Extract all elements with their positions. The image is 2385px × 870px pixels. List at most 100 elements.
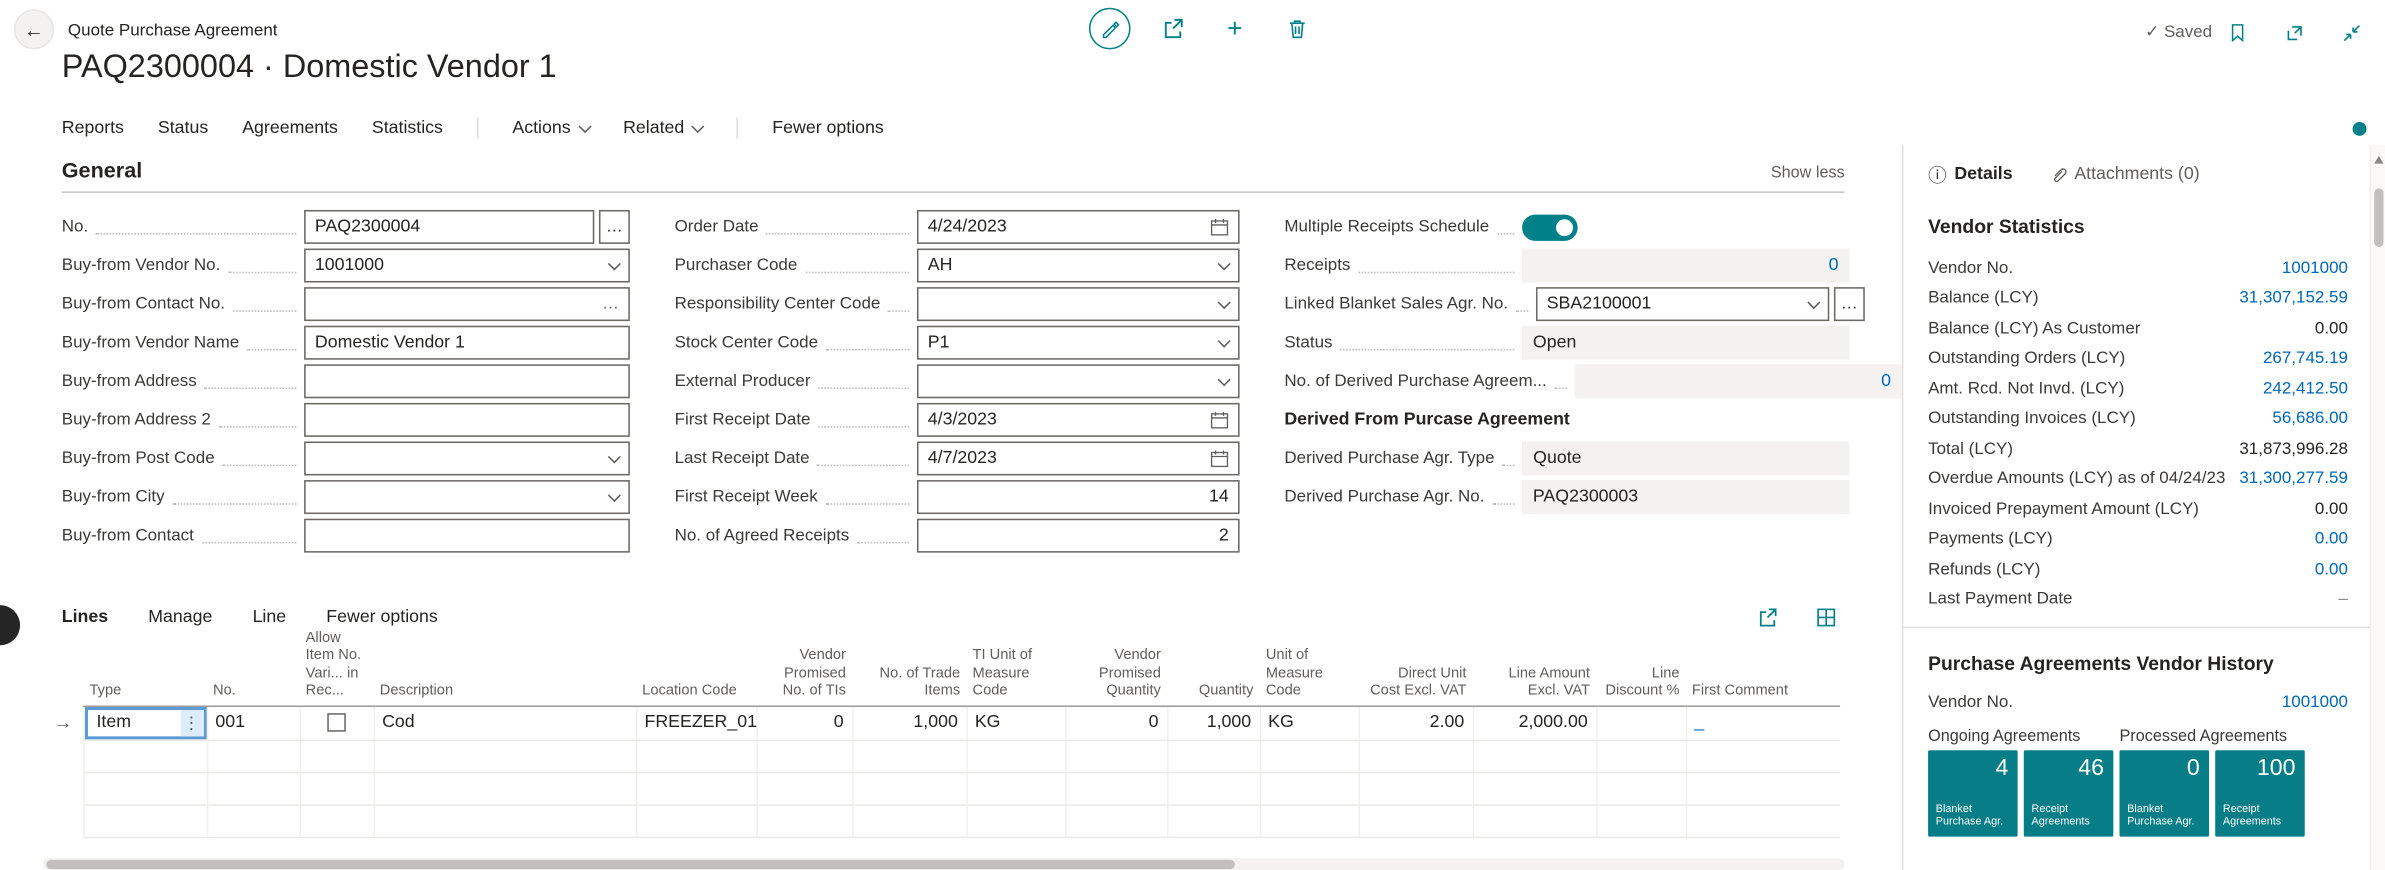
table-cell-type[interactable]: Item ⋮	[82, 705, 207, 741]
table-cell[interactable]	[206, 739, 300, 773]
tab-fewer-options[interactable]: Fewer options	[326, 608, 438, 627]
tile-processed-blanket-purchase[interactable]: 0 Blanket Purchase Agr.	[2119, 750, 2210, 837]
table-cell[interactable]	[1595, 771, 1686, 806]
buy-from-address-input[interactable]	[304, 364, 630, 399]
col-line-discount[interactable]: Line Discount %	[1596, 626, 1686, 707]
tab-line[interactable]: Line	[253, 608, 287, 627]
table-cell[interactable]	[635, 771, 757, 806]
scroll-up-arrow-icon[interactable]	[2374, 155, 2384, 164]
buy-from-contact-no-input[interactable]: …	[304, 287, 630, 322]
buy-from-vendor-no-combo[interactable]: 1001000	[304, 248, 630, 283]
open-in-new-window-button[interactable]	[2275, 14, 2312, 51]
table-cell[interactable]	[1357, 771, 1473, 806]
table-cell[interactable]	[755, 739, 853, 773]
table-cell-unit-cost[interactable]: 2.00	[1357, 705, 1473, 741]
col-ti-unit-of-measure[interactable]: TI Unit of Measure Code	[966, 626, 1066, 707]
multiple-receipts-toggle[interactable]	[1522, 213, 1578, 241]
table-cell[interactable]	[298, 739, 374, 773]
collapse-button[interactable]	[2333, 14, 2370, 51]
buy-from-city-combo[interactable]	[304, 480, 630, 515]
cell-menu-icon[interactable]: ⋮	[179, 709, 203, 736]
breadcrumb[interactable]: Quote Purchase Agreement	[68, 22, 278, 41]
col-direct-unit-cost[interactable]: Direct Unit Cost Excl. VAT	[1358, 626, 1473, 707]
col-no[interactable]: No.	[206, 626, 300, 707]
table-cell[interactable]	[1471, 739, 1597, 773]
table-cell-no[interactable]: 001	[206, 705, 300, 741]
table-cell[interactable]	[965, 771, 1066, 806]
table-cell[interactable]	[1258, 804, 1359, 838]
first-receipt-date-input[interactable]: 4/3/2023	[916, 402, 1240, 437]
show-less-link[interactable]: Show less	[1771, 164, 1845, 183]
table-cell[interactable]	[1166, 771, 1260, 806]
tab-manage[interactable]: Manage	[148, 608, 212, 627]
col-type[interactable]: Type	[83, 626, 207, 707]
table-cell-description[interactable]: Cod	[372, 705, 637, 741]
col-vendor-promised-no-of-tis[interactable]: Vendor Promised No. of TIs	[756, 626, 853, 707]
table-cell-ti-uom[interactable]: KG	[965, 705, 1066, 741]
history-vendor-link[interactable]: 1001000	[2282, 693, 2348, 712]
table-cell[interactable]	[1166, 739, 1260, 773]
menu-status[interactable]: Status	[158, 119, 208, 138]
table-cell[interactable]	[851, 804, 967, 838]
table-cell-first-comment[interactable]: _	[1684, 705, 1841, 741]
col-location-code[interactable]: Location Code	[636, 626, 757, 707]
vertical-scrollbar[interactable]	[2369, 145, 2385, 870]
tile-ongoing-receipt-agreements[interactable]: 46 Receipt Agreements	[2023, 750, 2114, 837]
table-cell-uom[interactable]: KG	[1258, 705, 1359, 741]
external-producer-combo[interactable]	[916, 364, 1240, 399]
tile-ongoing-blanket-purchase[interactable]: 4 Blanket Purchase Agr.	[1928, 750, 2018, 837]
col-first-comment[interactable]: First Comment	[1685, 626, 1841, 707]
tile-processed-receipt-agreements[interactable]: 100 Receipt Agreements	[2215, 750, 2305, 837]
table-cell[interactable]	[965, 804, 1066, 838]
col-quantity[interactable]: Quantity	[1167, 626, 1260, 707]
table-cell[interactable]	[1471, 804, 1597, 838]
table-cell[interactable]	[82, 739, 207, 773]
table-cell[interactable]	[372, 771, 637, 806]
table-cell[interactable]	[372, 739, 637, 773]
table-cell[interactable]	[298, 804, 374, 838]
assist-ellipsis-button[interactable]: …	[598, 209, 630, 244]
table-cell-line-discount[interactable]	[1595, 705, 1686, 741]
menu-reports[interactable]: Reports	[62, 119, 124, 138]
assist-ellipsis-icon[interactable]: …	[602, 295, 619, 314]
first-comment-link[interactable]: _	[1694, 713, 1704, 732]
agreed-receipts-input[interactable]: 2	[916, 518, 1240, 553]
table-cell[interactable]	[965, 739, 1066, 773]
col-no-of-trade-items[interactable]: No. of Trade Items	[852, 626, 967, 707]
table-cell-allow-variance[interactable]	[298, 705, 374, 741]
table-cell[interactable]	[1471, 771, 1597, 806]
table-cell-location[interactable]: FREEZER_01	[635, 705, 757, 741]
table-cell[interactable]	[1684, 739, 1841, 773]
table-cell[interactable]	[1258, 739, 1359, 773]
col-unit-of-measure[interactable]: Unit of Measure Code	[1259, 626, 1359, 707]
menu-actions[interactable]: Actions	[512, 119, 592, 137]
table-cell-vendor-promised-qty[interactable]: 0	[1064, 705, 1168, 741]
edit-button[interactable]	[1088, 7, 1130, 50]
buy-from-vendor-name-input[interactable]: Domestic Vendor 1	[304, 325, 630, 360]
table-cell-trade-items[interactable]: 1,000	[851, 705, 967, 741]
tab-details[interactable]: ⓘ Details	[1928, 161, 2012, 187]
table-cell[interactable]	[1357, 804, 1473, 838]
table-cell[interactable]	[82, 771, 207, 806]
table-cell[interactable]	[755, 804, 853, 838]
tab-lines[interactable]: Lines	[62, 608, 108, 627]
no-input[interactable]: PAQ2300004	[304, 209, 595, 244]
table-cell[interactable]	[1258, 771, 1359, 806]
menu-fewer-options[interactable]: Fewer options	[772, 119, 884, 138]
allow-item-variance-checkbox[interactable]	[327, 713, 346, 732]
last-receipt-date-input[interactable]: 4/7/2023	[916, 441, 1240, 476]
table-cell-quantity[interactable]: 1,000	[1166, 705, 1260, 741]
table-cell[interactable]	[372, 804, 637, 838]
col-allow-item-variance[interactable]: Allow Item No. Vari... in Rec...	[299, 626, 374, 707]
buy-from-contact-input[interactable]	[304, 518, 630, 553]
table-cell[interactable]	[1595, 804, 1686, 838]
first-receipt-week-input[interactable]: 14	[916, 480, 1240, 515]
buy-from-address-2-input[interactable]	[304, 402, 630, 437]
table-cell[interactable]	[1357, 739, 1473, 773]
purchaser-code-combo[interactable]: AH	[916, 248, 1240, 283]
side-panel-handle[interactable]	[0, 605, 21, 646]
info-indicator-icon[interactable]	[2352, 121, 2367, 136]
table-cell[interactable]	[851, 739, 967, 773]
buy-from-post-code-combo[interactable]	[304, 441, 630, 476]
menu-agreements[interactable]: Agreements	[242, 119, 338, 138]
